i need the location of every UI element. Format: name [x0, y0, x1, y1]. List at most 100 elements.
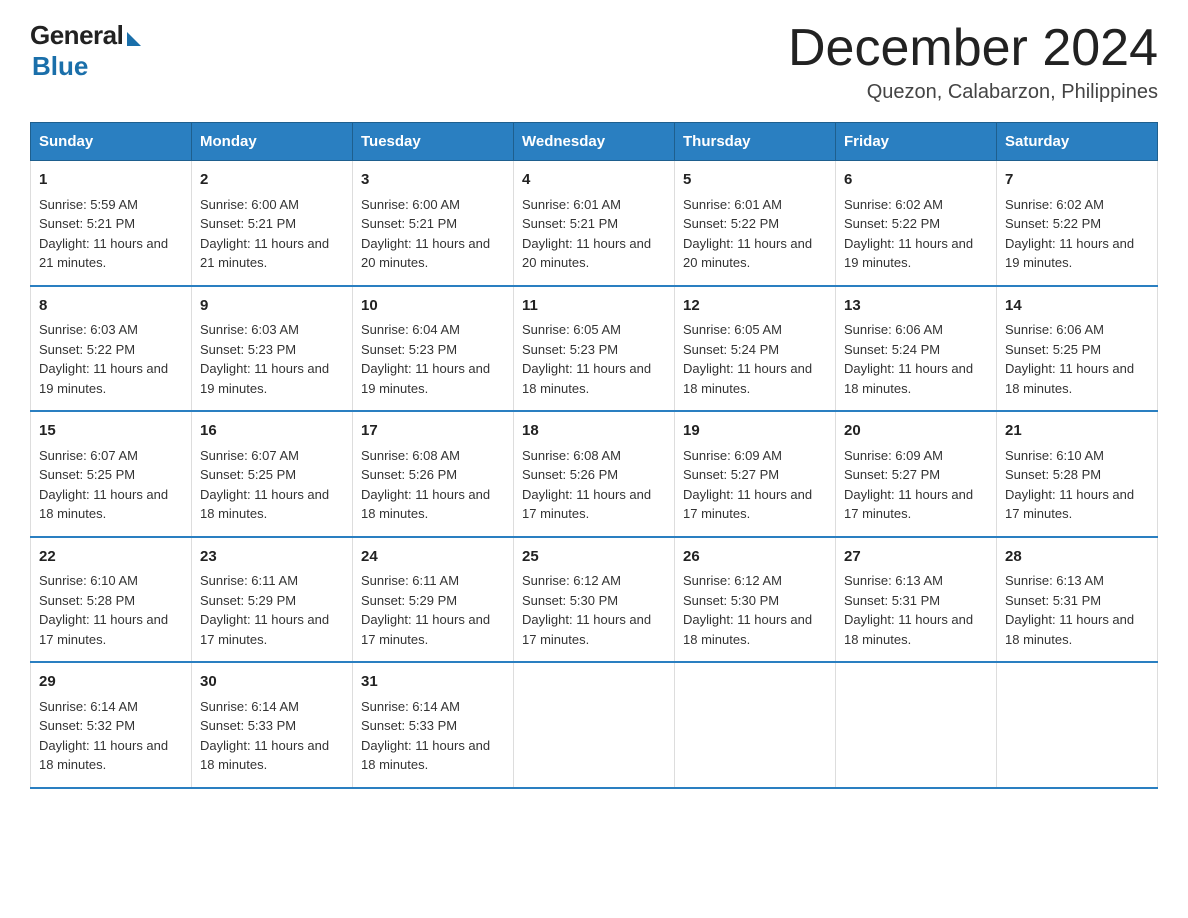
calendar-cell: 24 Sunrise: 6:11 AMSunset: 5:29 PMDaylig… [353, 537, 514, 663]
logo-general-text: General [30, 20, 123, 51]
day-number: 17 [361, 420, 505, 443]
day-info: Sunrise: 6:03 AMSunset: 5:23 PMDaylight:… [200, 322, 329, 396]
day-number: 26 [683, 546, 827, 569]
day-info: Sunrise: 6:06 AMSunset: 5:25 PMDaylight:… [1005, 322, 1134, 396]
day-number: 6 [844, 169, 988, 192]
header-saturday: Saturday [997, 123, 1158, 161]
day-number: 24 [361, 546, 505, 569]
day-info: Sunrise: 6:00 AMSunset: 5:21 PMDaylight:… [200, 197, 329, 271]
title-block: December 2024 Quezon, Calabarzon, Philip… [788, 20, 1158, 104]
calendar-cell: 20 Sunrise: 6:09 AMSunset: 5:27 PMDaylig… [836, 411, 997, 537]
calendar-cell: 18 Sunrise: 6:08 AMSunset: 5:26 PMDaylig… [514, 411, 675, 537]
calendar-cell: 15 Sunrise: 6:07 AMSunset: 5:25 PMDaylig… [31, 411, 192, 537]
calendar-cell: 10 Sunrise: 6:04 AMSunset: 5:23 PMDaylig… [353, 286, 514, 412]
calendar-cell: 1 Sunrise: 5:59 AMSunset: 5:21 PMDayligh… [31, 161, 192, 286]
day-number: 27 [844, 546, 988, 569]
calendar-cell: 16 Sunrise: 6:07 AMSunset: 5:25 PMDaylig… [192, 411, 353, 537]
day-info: Sunrise: 6:02 AMSunset: 5:22 PMDaylight:… [1005, 197, 1134, 271]
header-thursday: Thursday [675, 123, 836, 161]
day-info: Sunrise: 6:11 AMSunset: 5:29 PMDaylight:… [200, 573, 329, 647]
calendar-cell: 2 Sunrise: 6:00 AMSunset: 5:21 PMDayligh… [192, 161, 353, 286]
day-number: 16 [200, 420, 344, 443]
day-info: Sunrise: 6:09 AMSunset: 5:27 PMDaylight:… [683, 448, 812, 522]
week-row-2: 8 Sunrise: 6:03 AMSunset: 5:22 PMDayligh… [31, 286, 1158, 412]
day-number: 31 [361, 671, 505, 694]
header-sunday: Sunday [31, 123, 192, 161]
calendar-cell: 14 Sunrise: 6:06 AMSunset: 5:25 PMDaylig… [997, 286, 1158, 412]
day-info: Sunrise: 6:13 AMSunset: 5:31 PMDaylight:… [844, 573, 973, 647]
day-info: Sunrise: 6:10 AMSunset: 5:28 PMDaylight:… [39, 573, 168, 647]
logo: General Blue [30, 20, 141, 82]
day-number: 2 [200, 169, 344, 192]
day-info: Sunrise: 6:03 AMSunset: 5:22 PMDaylight:… [39, 322, 168, 396]
week-row-5: 29 Sunrise: 6:14 AMSunset: 5:32 PMDaylig… [31, 662, 1158, 788]
calendar-cell: 5 Sunrise: 6:01 AMSunset: 5:22 PMDayligh… [675, 161, 836, 286]
header-monday: Monday [192, 123, 353, 161]
day-number: 4 [522, 169, 666, 192]
calendar-cell: 22 Sunrise: 6:10 AMSunset: 5:28 PMDaylig… [31, 537, 192, 663]
day-number: 9 [200, 295, 344, 318]
week-row-4: 22 Sunrise: 6:10 AMSunset: 5:28 PMDaylig… [31, 537, 1158, 663]
calendar-cell: 31 Sunrise: 6:14 AMSunset: 5:33 PMDaylig… [353, 662, 514, 788]
calendar-header-row: SundayMondayTuesdayWednesdayThursdayFrid… [31, 123, 1158, 161]
day-number: 23 [200, 546, 344, 569]
calendar-cell: 3 Sunrise: 6:00 AMSunset: 5:21 PMDayligh… [353, 161, 514, 286]
calendar-cell: 9 Sunrise: 6:03 AMSunset: 5:23 PMDayligh… [192, 286, 353, 412]
day-info: Sunrise: 6:08 AMSunset: 5:26 PMDaylight:… [361, 448, 490, 522]
day-info: Sunrise: 6:10 AMSunset: 5:28 PMDaylight:… [1005, 448, 1134, 522]
day-number: 19 [683, 420, 827, 443]
day-number: 22 [39, 546, 183, 569]
calendar-cell [675, 662, 836, 788]
day-info: Sunrise: 6:11 AMSunset: 5:29 PMDaylight:… [361, 573, 490, 647]
calendar-cell: 23 Sunrise: 6:11 AMSunset: 5:29 PMDaylig… [192, 537, 353, 663]
calendar-cell: 7 Sunrise: 6:02 AMSunset: 5:22 PMDayligh… [997, 161, 1158, 286]
day-number: 5 [683, 169, 827, 192]
day-number: 1 [39, 169, 183, 192]
calendar-cell: 26 Sunrise: 6:12 AMSunset: 5:30 PMDaylig… [675, 537, 836, 663]
day-info: Sunrise: 6:12 AMSunset: 5:30 PMDaylight:… [683, 573, 812, 647]
calendar-cell: 17 Sunrise: 6:08 AMSunset: 5:26 PMDaylig… [353, 411, 514, 537]
day-number: 30 [200, 671, 344, 694]
day-info: Sunrise: 6:00 AMSunset: 5:21 PMDaylight:… [361, 197, 490, 271]
calendar-cell: 8 Sunrise: 6:03 AMSunset: 5:22 PMDayligh… [31, 286, 192, 412]
week-row-3: 15 Sunrise: 6:07 AMSunset: 5:25 PMDaylig… [31, 411, 1158, 537]
week-row-1: 1 Sunrise: 5:59 AMSunset: 5:21 PMDayligh… [31, 161, 1158, 286]
page-header: General Blue December 2024 Quezon, Calab… [30, 20, 1158, 104]
day-info: Sunrise: 6:01 AMSunset: 5:22 PMDaylight:… [683, 197, 812, 271]
day-number: 8 [39, 295, 183, 318]
calendar-cell: 25 Sunrise: 6:12 AMSunset: 5:30 PMDaylig… [514, 537, 675, 663]
day-info: Sunrise: 6:13 AMSunset: 5:31 PMDaylight:… [1005, 573, 1134, 647]
calendar-cell: 11 Sunrise: 6:05 AMSunset: 5:23 PMDaylig… [514, 286, 675, 412]
calendar-cell: 13 Sunrise: 6:06 AMSunset: 5:24 PMDaylig… [836, 286, 997, 412]
day-number: 25 [522, 546, 666, 569]
calendar-cell [514, 662, 675, 788]
day-number: 14 [1005, 295, 1149, 318]
day-info: Sunrise: 6:12 AMSunset: 5:30 PMDaylight:… [522, 573, 651, 647]
day-info: Sunrise: 6:07 AMSunset: 5:25 PMDaylight:… [200, 448, 329, 522]
day-number: 28 [1005, 546, 1149, 569]
day-number: 21 [1005, 420, 1149, 443]
day-number: 20 [844, 420, 988, 443]
day-info: Sunrise: 5:59 AMSunset: 5:21 PMDaylight:… [39, 197, 168, 271]
day-info: Sunrise: 6:09 AMSunset: 5:27 PMDaylight:… [844, 448, 973, 522]
day-info: Sunrise: 6:02 AMSunset: 5:22 PMDaylight:… [844, 197, 973, 271]
day-number: 10 [361, 295, 505, 318]
calendar-cell: 19 Sunrise: 6:09 AMSunset: 5:27 PMDaylig… [675, 411, 836, 537]
day-number: 12 [683, 295, 827, 318]
day-info: Sunrise: 6:14 AMSunset: 5:33 PMDaylight:… [361, 699, 490, 773]
calendar-cell: 28 Sunrise: 6:13 AMSunset: 5:31 PMDaylig… [997, 537, 1158, 663]
calendar-cell: 30 Sunrise: 6:14 AMSunset: 5:33 PMDaylig… [192, 662, 353, 788]
day-info: Sunrise: 6:06 AMSunset: 5:24 PMDaylight:… [844, 322, 973, 396]
day-number: 11 [522, 295, 666, 318]
day-number: 13 [844, 295, 988, 318]
location-title: Quezon, Calabarzon, Philippines [788, 81, 1158, 104]
day-number: 3 [361, 169, 505, 192]
header-tuesday: Tuesday [353, 123, 514, 161]
calendar-cell: 29 Sunrise: 6:14 AMSunset: 5:32 PMDaylig… [31, 662, 192, 788]
day-number: 7 [1005, 169, 1149, 192]
month-title: December 2024 [788, 20, 1158, 77]
calendar-cell [836, 662, 997, 788]
day-number: 15 [39, 420, 183, 443]
day-info: Sunrise: 6:08 AMSunset: 5:26 PMDaylight:… [522, 448, 651, 522]
logo-arrow-icon [127, 32, 141, 46]
